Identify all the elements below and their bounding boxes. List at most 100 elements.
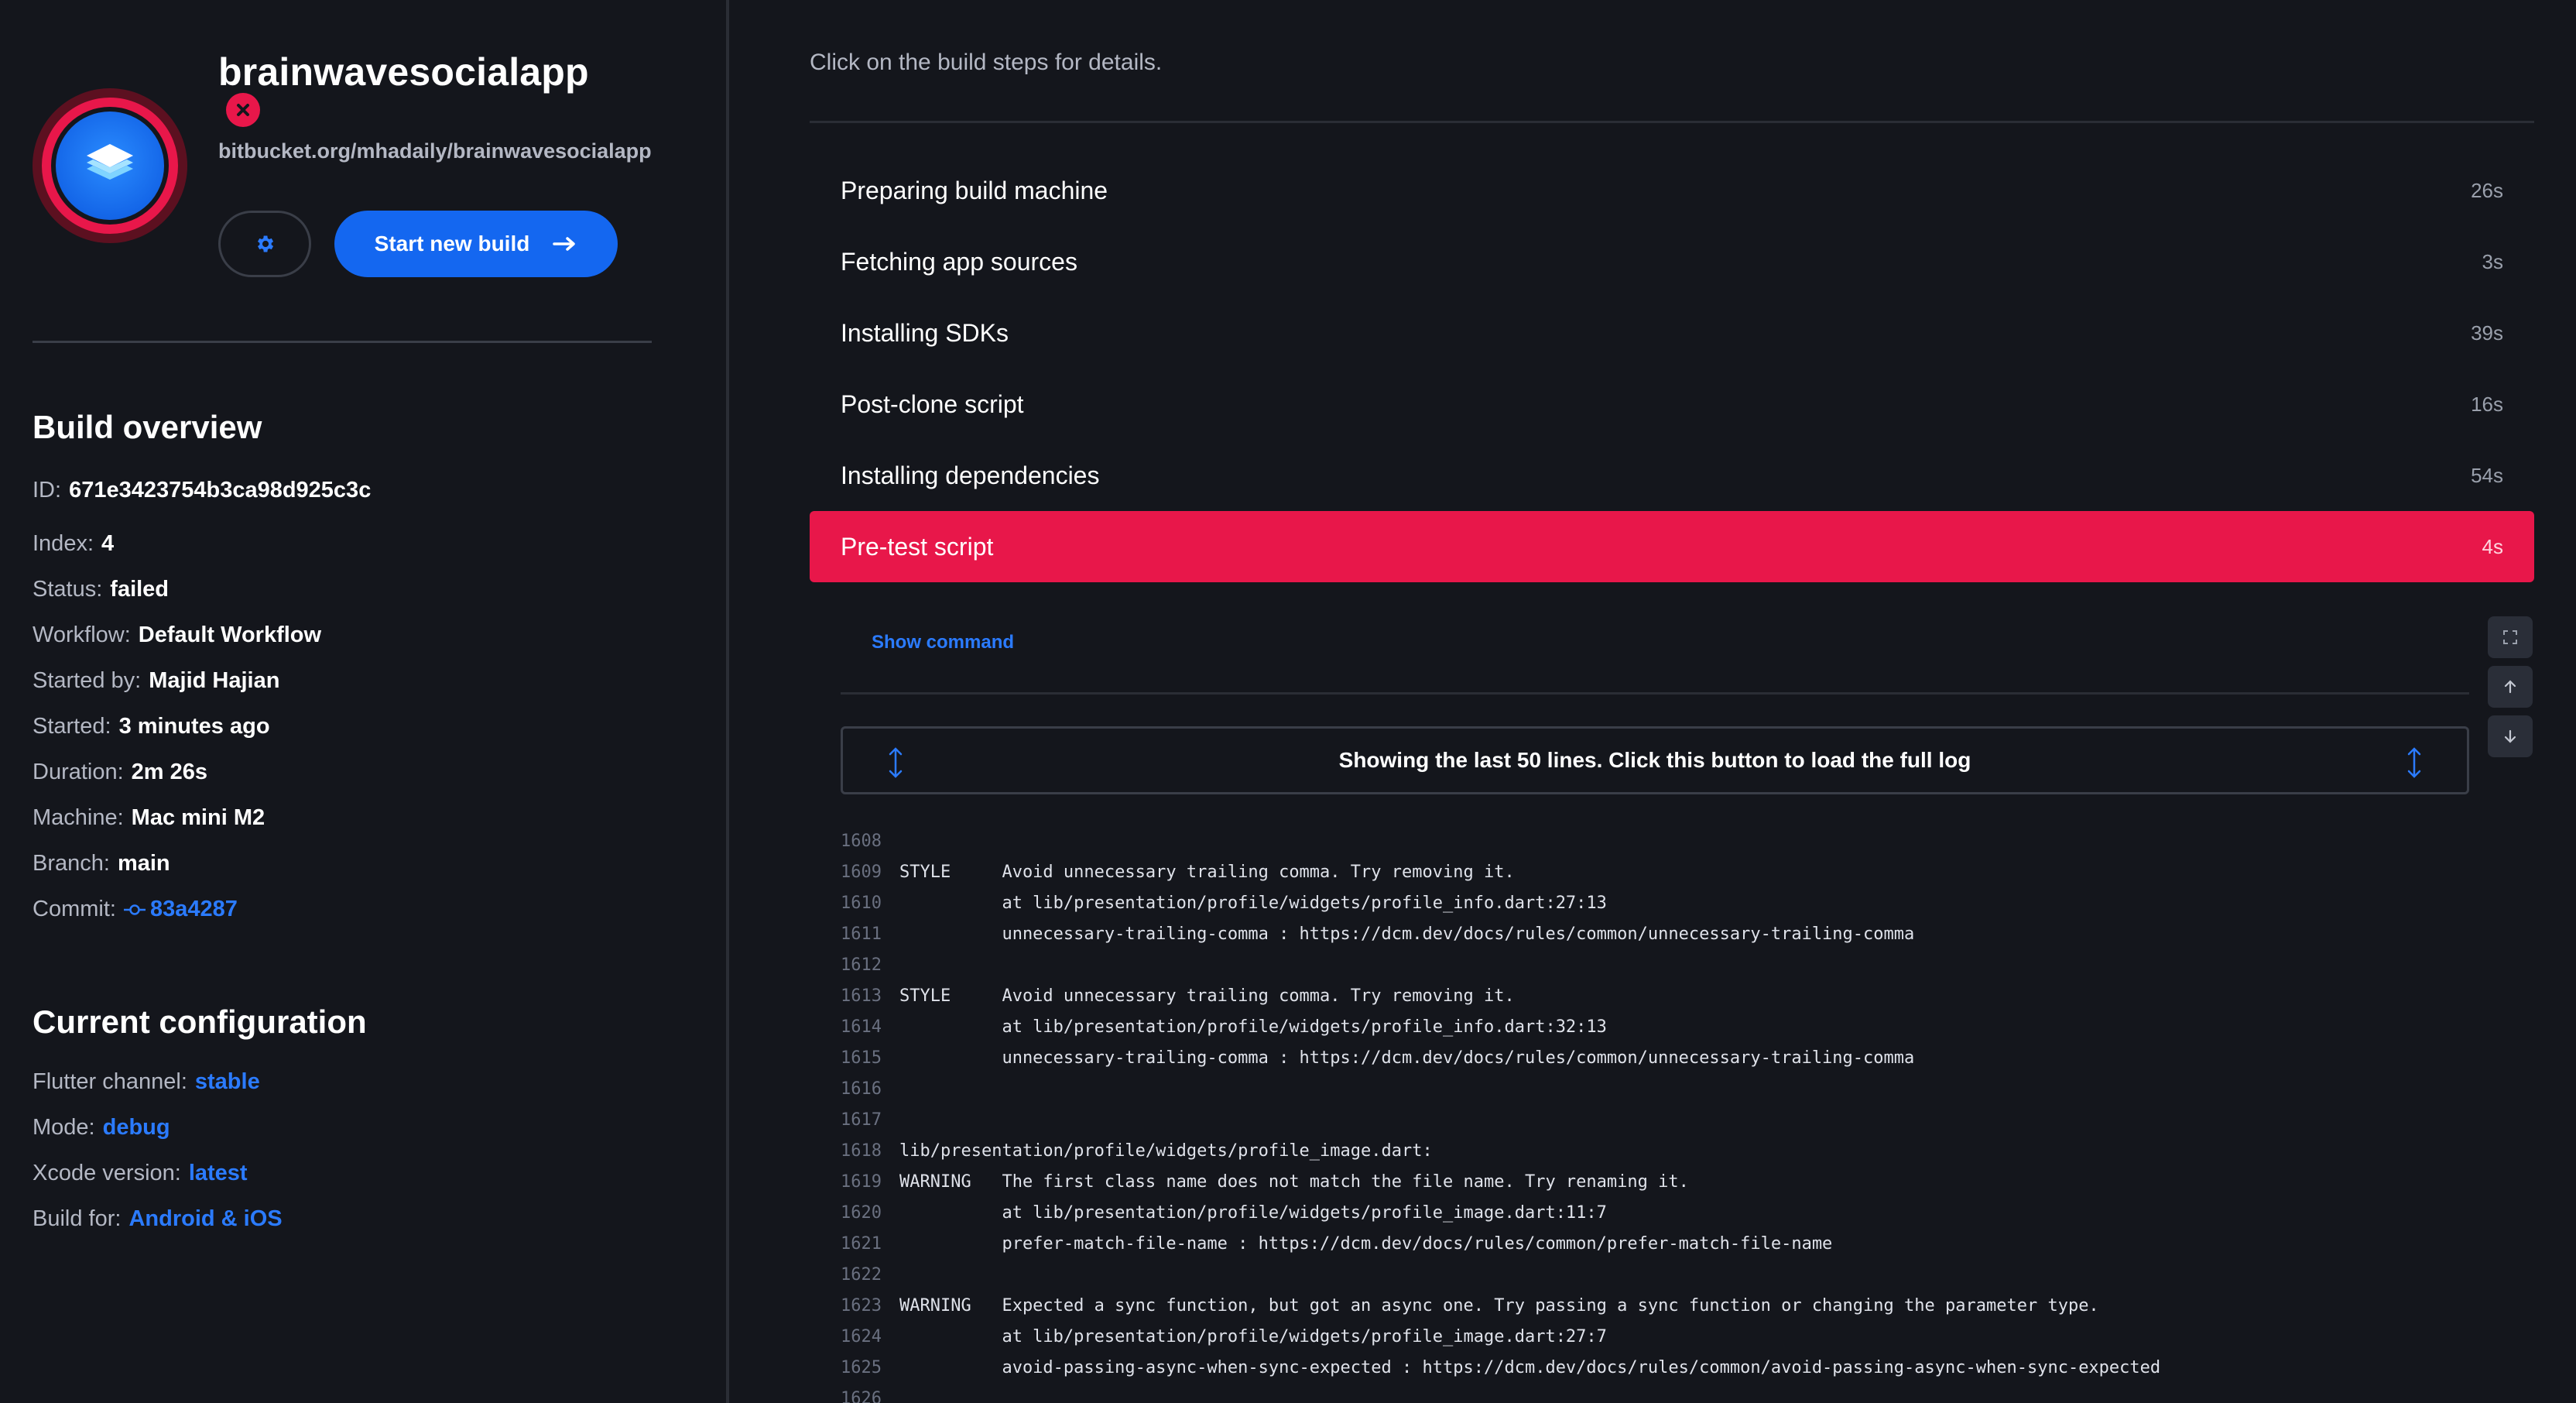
overview-label: Commit: <box>33 897 116 921</box>
start-new-build-button[interactable]: Start new build <box>334 211 618 277</box>
overview-label: Started: <box>33 714 111 739</box>
build-overview-title: Build overview <box>33 409 262 445</box>
overview-row-id: ID: 671e3423754b3ca98d925c3c <box>33 468 698 513</box>
overview-row-duration: Duration: 2m 26s <box>33 750 698 795</box>
workflow-value: Default Workflow <box>138 623 322 647</box>
build-log[interactable]: 1608 1609 STYLE Avoid unnecessary trailing… <box>841 825 2469 1403</box>
log-line-number: 1616 <box>841 1079 882 1099</box>
app-avatar <box>33 88 187 243</box>
log-line-text: at lib/presentation/profile/widgets/prof… <box>899 1017 1607 1037</box>
log-line-text: WARNING Expected a sync function, but go… <box>899 1295 2099 1316</box>
overview-label: Duration: <box>33 760 124 784</box>
mode-link[interactable]: debug <box>103 1115 170 1141</box>
settings-button[interactable] <box>218 211 311 277</box>
build-step[interactable]: Installing SDKs 39s <box>810 297 2534 369</box>
log-line: 1619 WARNING The first class name does no… <box>841 1166 2469 1197</box>
duration-value: 2m 26s <box>131 760 208 784</box>
log-line: 1620 at lib/presentation/profile/widgets… <box>841 1197 2469 1228</box>
log-line: 1610 at lib/presentation/profile/widgets… <box>841 887 2469 918</box>
log-line-number: 1613 <box>841 986 882 1006</box>
build-for-link[interactable]: Android & iOS <box>128 1206 282 1232</box>
details-divider <box>841 692 2469 695</box>
log-line-text: at lib/presentation/profile/widgets/prof… <box>899 893 1607 913</box>
build-step-duration: 54s <box>2471 463 2503 487</box>
log-line: 1625 avoid-passing-async-when-sync-expec… <box>841 1352 2469 1383</box>
log-line-text: unnecessary-trailing-comma : https://dcm… <box>899 924 1915 944</box>
log-line: 1624 at lib/presentation/profile/widgets… <box>841 1321 2469 1352</box>
started-by-value: Majid Hajian <box>149 668 280 693</box>
log-line-text: WARNING The first class name does not ma… <box>899 1171 1689 1192</box>
build-step-label: Preparing build machine <box>841 176 1108 204</box>
scroll-bottom-button[interactable] <box>2488 715 2533 757</box>
log-line-number: 1615 <box>841 1048 882 1068</box>
build-step[interactable]: Installing dependencies 54s <box>810 440 2534 511</box>
build-step-label: Fetching app sources <box>841 247 1077 276</box>
overview-label: Branch: <box>33 851 110 876</box>
load-full-log-label: Showing the last 50 lines. Click this bu… <box>1338 748 1971 772</box>
log-line: 1618 lib/presentation/profile/widgets/pro… <box>841 1135 2469 1166</box>
build-step-duration: 26s <box>2471 178 2503 202</box>
overview-row-commit: Commit: 83a4287 <box>33 887 698 932</box>
build-step[interactable]: Post-clone script 16s <box>810 369 2534 440</box>
build-step-active[interactable]: Pre-test script 4s <box>810 511 2534 582</box>
log-line-number: 1626 <box>841 1388 882 1403</box>
overview-label: Started by: <box>33 668 142 693</box>
log-line: 1622 <box>841 1259 2469 1290</box>
scroll-top-button[interactable] <box>2488 666 2533 708</box>
log-line-text: lib/presentation/profile/widgets/profile… <box>899 1141 1433 1161</box>
log-line-number: 1618 <box>841 1141 882 1161</box>
overview-label: Status: <box>33 577 103 602</box>
build-step[interactable]: Fetching app sources 3s <box>810 226 2534 297</box>
log-line: 1616 <box>841 1073 2469 1104</box>
log-line-number: 1619 <box>841 1171 882 1192</box>
config-label: Flutter channel: <box>33 1069 187 1094</box>
build-index-value: 4 <box>101 531 115 556</box>
log-line: 1609 STYLE Avoid unnecessary trailing com… <box>841 856 2469 887</box>
log-line-text: unnecessary-trailing-comma : https://dcm… <box>899 1048 1915 1068</box>
build-steps-panel: Click on the build steps for details. Pr… <box>732 0 2576 1403</box>
step-details: Show command Showing the last 50 lines. … <box>810 592 2534 1403</box>
overview-row-branch: Branch: main <box>33 841 698 887</box>
x-circle-icon <box>226 93 260 127</box>
config-row-build-for: Build for: Android & iOS <box>33 1196 698 1242</box>
git-commit-icon <box>123 902 146 918</box>
config-label: Build for: <box>33 1206 122 1231</box>
expand-log-button[interactable] <box>2488 616 2533 658</box>
overview-row-workflow: Workflow: Default Workflow <box>33 612 698 658</box>
log-line: 1626 <box>841 1383 2469 1403</box>
xcode-version-link[interactable]: latest <box>189 1161 248 1186</box>
log-line-text: STYLE Avoid unnecessary trailing comma. … <box>899 862 1515 882</box>
log-line-number: 1609 <box>841 862 882 882</box>
log-line: 1621 prefer-match-file-name : https://dc… <box>841 1228 2469 1259</box>
main-divider <box>810 121 2534 123</box>
config-label: Xcode version: <box>33 1161 181 1185</box>
log-line-number: 1621 <box>841 1233 882 1254</box>
log-line: 1615 unnecessary-trailing-comma : https:… <box>841 1042 2469 1073</box>
log-line: 1611 unnecessary-trailing-comma : https:… <box>841 918 2469 949</box>
load-full-log-button[interactable]: Showing the last 50 lines. Click this bu… <box>841 726 2469 794</box>
log-line: 1614 at lib/presentation/profile/widgets… <box>841 1011 2469 1042</box>
build-steps-list: Preparing build machine 26s Fetching app… <box>810 155 2534 582</box>
log-line-text: at lib/presentation/profile/widgets/prof… <box>899 1326 1607 1346</box>
build-step-label: Post-clone script <box>841 389 1024 418</box>
vertical-expand-icon <box>2405 746 2424 785</box>
log-line: 1608 <box>841 825 2469 856</box>
configuration-list: Flutter channel: stable Mode: debug Xcod… <box>33 1059 698 1242</box>
arrow-right-icon <box>553 237 576 251</box>
repo-url[interactable]: bitbucket.org/mhadaily/brainwavesocialap… <box>218 139 683 163</box>
overview-label: Machine: <box>33 805 124 830</box>
log-line: 1623 WARNING Expected a sync function, bu… <box>841 1290 2469 1321</box>
app-header: brainwavesocialapp bitbucket.org/mhadail… <box>33 50 652 290</box>
flutter-channel-link[interactable]: stable <box>195 1069 260 1095</box>
config-row-xcode-version: Xcode version: latest <box>33 1151 698 1196</box>
build-step[interactable]: Preparing build machine 26s <box>810 155 2534 226</box>
log-line: 1617 <box>841 1104 2469 1135</box>
build-step-duration: 3s <box>2482 249 2503 273</box>
log-line-number: 1623 <box>841 1295 882 1316</box>
show-command-link[interactable]: Show command <box>872 632 1014 653</box>
config-label: Mode: <box>33 1115 95 1140</box>
overview-label: Workflow: <box>33 623 131 647</box>
overview-row-machine: Machine: Mac mini M2 <box>33 795 698 841</box>
commit-link[interactable]: 83a4287 <box>150 897 238 922</box>
log-line-number: 1612 <box>841 955 882 975</box>
